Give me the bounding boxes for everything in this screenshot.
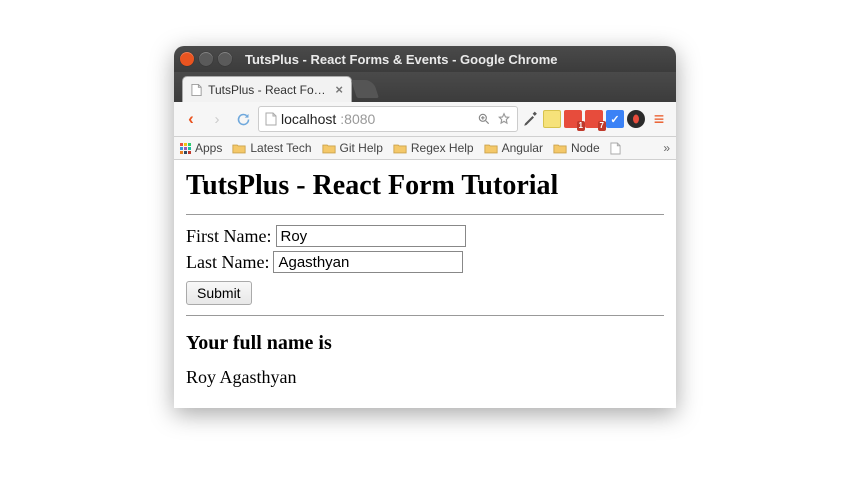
opera-icon bbox=[630, 113, 642, 125]
bookmark-node[interactable]: Node bbox=[553, 141, 600, 155]
last-name-input[interactable] bbox=[273, 251, 463, 273]
badge-count: 1 bbox=[577, 121, 585, 131]
eyedropper-icon[interactable] bbox=[522, 110, 540, 128]
window-title: TutsPlus - React Forms & Events - Google… bbox=[245, 52, 558, 67]
extension-todoist[interactable]: 1 bbox=[564, 110, 582, 128]
extension-note[interactable] bbox=[543, 110, 561, 128]
divider bbox=[186, 214, 664, 215]
page-heading: TutsPlus - React Form Tutorial bbox=[186, 170, 664, 202]
bookmark-star-icon[interactable] bbox=[497, 112, 511, 126]
apps-button[interactable]: Apps bbox=[180, 141, 222, 155]
site-icon bbox=[265, 112, 277, 126]
apps-icon bbox=[180, 143, 191, 154]
tab-title: TutsPlus - React Form… bbox=[208, 83, 329, 97]
extension-opera[interactable] bbox=[627, 110, 645, 128]
browser-window: TutsPlus - React Forms & Events - Google… bbox=[174, 46, 676, 408]
bookmark-latest-tech[interactable]: Latest Tech bbox=[232, 141, 311, 155]
bookmark-regex-help[interactable]: Regex Help bbox=[393, 141, 474, 155]
submit-button[interactable]: Submit bbox=[186, 281, 252, 305]
first-name-input[interactable] bbox=[276, 225, 466, 247]
last-name-label: Last Name: bbox=[186, 252, 269, 273]
address-bar[interactable]: localhost:8080 bbox=[258, 106, 518, 132]
check-icon: ✓ bbox=[610, 113, 619, 126]
url-host: localhost bbox=[281, 111, 336, 127]
extension-todoist-2[interactable]: 7 bbox=[585, 110, 603, 128]
badge-count-2: 7 bbox=[598, 121, 606, 131]
first-name-label: First Name: bbox=[186, 226, 272, 247]
folder-icon bbox=[393, 143, 407, 154]
divider bbox=[186, 315, 664, 316]
bookmark-git-help[interactable]: Git Help bbox=[322, 141, 383, 155]
output-fullname: Roy Agasthyan bbox=[186, 367, 664, 388]
extensions: 1 7 ✓ ≡ bbox=[522, 108, 670, 130]
bookmark-label: Node bbox=[571, 141, 600, 155]
toolbar: ‹ › localhost:8080 1 7 ✓ bbox=[174, 102, 676, 137]
reload-button[interactable] bbox=[232, 108, 254, 130]
reload-icon bbox=[236, 112, 251, 127]
tabstrip: TutsPlus - React Form… × bbox=[174, 72, 676, 102]
output-heading: Your full name is bbox=[186, 332, 664, 355]
menu-button[interactable]: ≡ bbox=[648, 108, 670, 130]
bookmark-label: Latest Tech bbox=[250, 141, 311, 155]
back-button[interactable]: ‹ bbox=[180, 108, 202, 130]
bookmark-page[interactable] bbox=[610, 142, 621, 155]
bookmark-label: Angular bbox=[502, 141, 543, 155]
page-icon bbox=[610, 142, 621, 155]
page-content: TutsPlus - React Form Tutorial First Nam… bbox=[174, 160, 676, 408]
bookmarks-bar: Apps Latest Tech Git Help Regex Help Ang… bbox=[174, 137, 676, 160]
tab-close-icon[interactable]: × bbox=[335, 82, 343, 97]
bookmarks-overflow-button[interactable]: » bbox=[663, 141, 670, 155]
folder-icon bbox=[553, 143, 567, 154]
page-icon bbox=[191, 83, 202, 97]
window-close-button[interactable] bbox=[180, 52, 194, 66]
bookmark-label: Git Help bbox=[340, 141, 383, 155]
forward-button[interactable]: › bbox=[206, 108, 228, 130]
folder-icon bbox=[232, 143, 246, 154]
titlebar: TutsPlus - React Forms & Events - Google… bbox=[174, 46, 676, 72]
extension-check[interactable]: ✓ bbox=[606, 110, 624, 128]
window-minimize-button[interactable] bbox=[199, 52, 213, 66]
address-actions bbox=[477, 112, 511, 126]
zoom-icon[interactable] bbox=[477, 112, 491, 126]
folder-icon bbox=[484, 143, 498, 154]
folder-icon bbox=[322, 143, 336, 154]
new-tab-button[interactable] bbox=[351, 80, 379, 98]
url-port: :8080 bbox=[340, 111, 375, 127]
window-maximize-button[interactable] bbox=[218, 52, 232, 66]
bookmark-label: Regex Help bbox=[411, 141, 474, 155]
apps-label: Apps bbox=[195, 141, 222, 155]
tab-active[interactable]: TutsPlus - React Form… × bbox=[182, 76, 352, 102]
bookmark-angular[interactable]: Angular bbox=[484, 141, 543, 155]
